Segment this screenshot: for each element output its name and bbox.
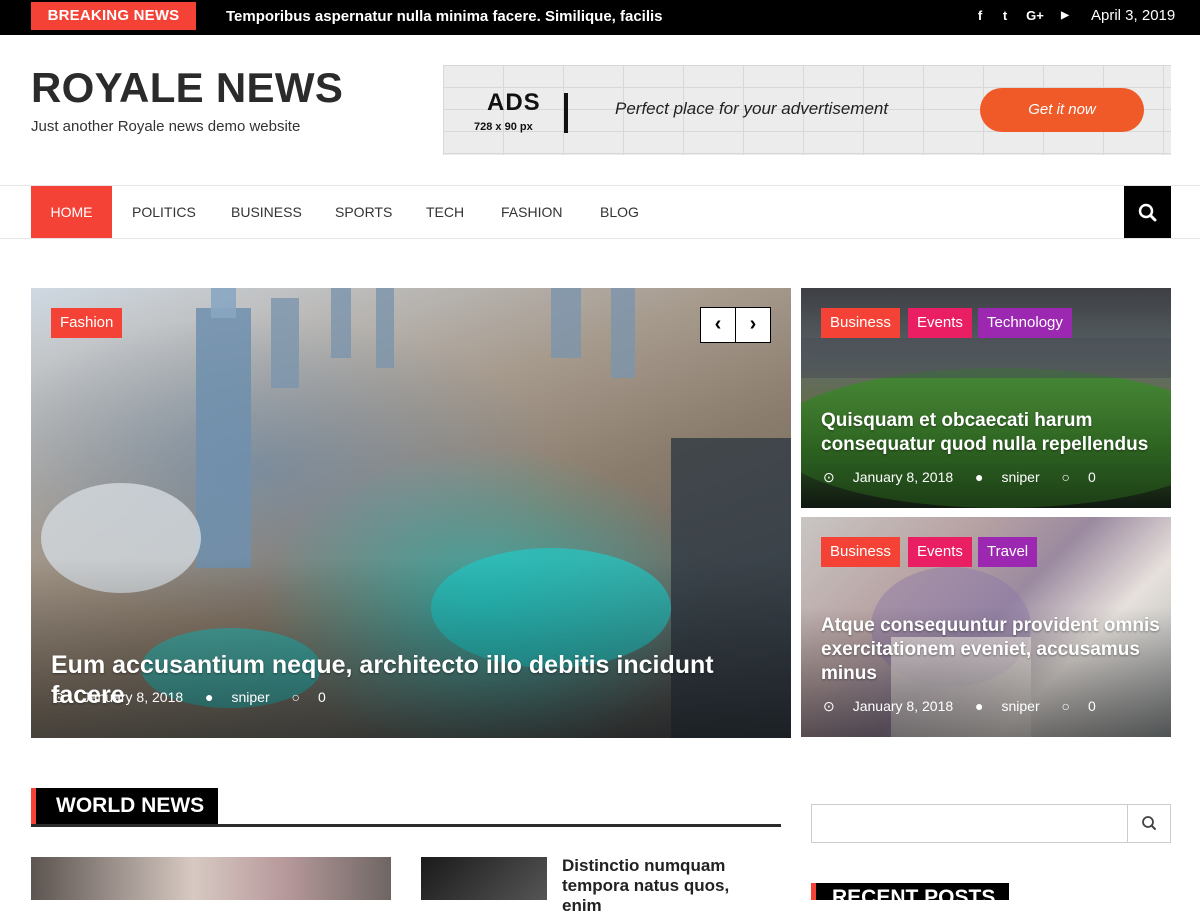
user-icon: ● — [975, 698, 984, 714]
site-tagline: Just another Royale news demo website — [31, 118, 301, 135]
featured-side-post[interactable]: Business Events Travel Atque consequuntu… — [801, 517, 1171, 737]
post-title[interactable]: Quisquam et obcaecati harum consequatur … — [821, 409, 1156, 457]
ad-text: Perfect place for your advertisement — [615, 99, 889, 118]
nav-item-fashion[interactable]: FASHION — [501, 186, 562, 238]
post-author[interactable]: sniper — [232, 689, 270, 705]
search-icon — [1142, 816, 1156, 830]
featured-side-post[interactable]: Business Events Technology Quisquam et o… — [801, 288, 1171, 508]
user-icon: ● — [205, 689, 214, 705]
clock-icon: ⊙ — [823, 698, 835, 714]
category-tag[interactable]: Business — [821, 537, 900, 567]
nav-item-home[interactable]: HOME — [31, 186, 112, 238]
nav-search-button[interactable] — [1124, 186, 1171, 238]
ad-divider — [564, 93, 568, 133]
ad-size: 728 x 90 px — [474, 121, 533, 133]
current-date: April 3, 2019 — [1091, 7, 1176, 24]
recent-posts-heading: RECENT POSTS — [811, 883, 1010, 900]
clock-icon: ⊙ — [823, 469, 835, 485]
post-author[interactable]: sniper — [1002, 469, 1040, 485]
sidebar-search — [811, 804, 1171, 843]
post-comments[interactable]: 0 — [1088, 698, 1096, 714]
sidebar-search-button[interactable] — [1127, 805, 1171, 842]
ad-heading: ADS — [487, 89, 541, 116]
category-tag[interactable]: Business — [821, 308, 900, 338]
ad-cta-button[interactable]: Get it now — [980, 88, 1144, 132]
nav-item-tech[interactable]: TECH — [426, 186, 464, 238]
image-overlay — [31, 558, 791, 738]
top-bar: BREAKING NEWS Temporibus aspernatur null… — [0, 0, 1200, 35]
facebook-icon[interactable]: f — [973, 0, 987, 35]
comment-icon: ○ — [291, 689, 300, 705]
slider-prev-button[interactable]: ‹ — [700, 307, 736, 343]
user-icon: ● — [975, 469, 984, 485]
featured-main-post[interactable]: Fashion ‹ › Eum accusantium neque, archi… — [31, 288, 791, 738]
main-nav: HOME POLITICS BUSINESS SPORTS TECH FASHI… — [0, 185, 1200, 239]
world-news-thumbnail[interactable] — [421, 857, 547, 900]
site-title[interactable]: ROYALE NEWS — [31, 64, 343, 112]
post-date[interactable]: January 8, 2018 — [83, 689, 183, 705]
category-tag[interactable]: Events — [908, 308, 972, 338]
ad-banner[interactable]: ADS 728 x 90 px Perfect place for your a… — [443, 65, 1171, 155]
post-comments[interactable]: 0 — [318, 689, 326, 705]
post-meta: ⊙ January 8, 2018 ● sniper ○ 0 — [53, 689, 344, 706]
category-tag[interactable]: Technology — [978, 308, 1072, 338]
category-tag[interactable]: Travel — [978, 537, 1038, 567]
comment-icon: ○ — [1061, 698, 1070, 714]
post-meta: ⊙ January 8, 2018 ● sniper ○ 0 — [823, 698, 1114, 715]
post-author[interactable]: sniper — [1002, 698, 1040, 714]
world-news-thumbnail[interactable] — [31, 857, 391, 900]
post-date[interactable]: January 8, 2018 — [853, 469, 953, 485]
post-comments[interactable]: 0 — [1088, 469, 1096, 485]
search-icon — [1138, 203, 1157, 222]
youtube-icon[interactable]: ▶ — [1057, 0, 1073, 35]
slider-next-button[interactable]: › — [735, 307, 771, 343]
comment-icon: ○ — [1061, 469, 1070, 485]
twitter-icon[interactable]: t — [997, 0, 1013, 35]
clock-icon: ⊙ — [53, 689, 65, 705]
google-plus-icon[interactable]: G+ — [1024, 0, 1046, 35]
category-tag[interactable]: Fashion — [51, 308, 123, 338]
nav-item-sports[interactable]: SPORTS — [335, 186, 392, 238]
post-date[interactable]: January 8, 2018 — [853, 698, 953, 714]
nav-item-business[interactable]: BUSINESS — [231, 186, 302, 238]
category-tag[interactable]: Events — [908, 537, 972, 567]
breaking-news-ticker[interactable]: Temporibus aspernatur nulla minima facer… — [226, 0, 663, 35]
section-title: WORLD NEWS — [31, 788, 219, 824]
breaking-news-label: BREAKING NEWS — [31, 2, 196, 30]
world-news-section-header: WORLD NEWS — [31, 788, 781, 827]
world-news-post-title[interactable]: Distinctio numquam tempora natus quos, e… — [562, 856, 772, 916]
nav-item-blog[interactable]: BLOG — [600, 186, 639, 238]
post-meta: ⊙ January 8, 2018 ● sniper ○ 0 — [823, 469, 1114, 486]
nav-item-politics[interactable]: POLITICS — [132, 186, 196, 238]
sidebar-search-input[interactable] — [812, 805, 1126, 842]
post-title[interactable]: Atque consequuntur provident omnis exerc… — [821, 614, 1161, 686]
